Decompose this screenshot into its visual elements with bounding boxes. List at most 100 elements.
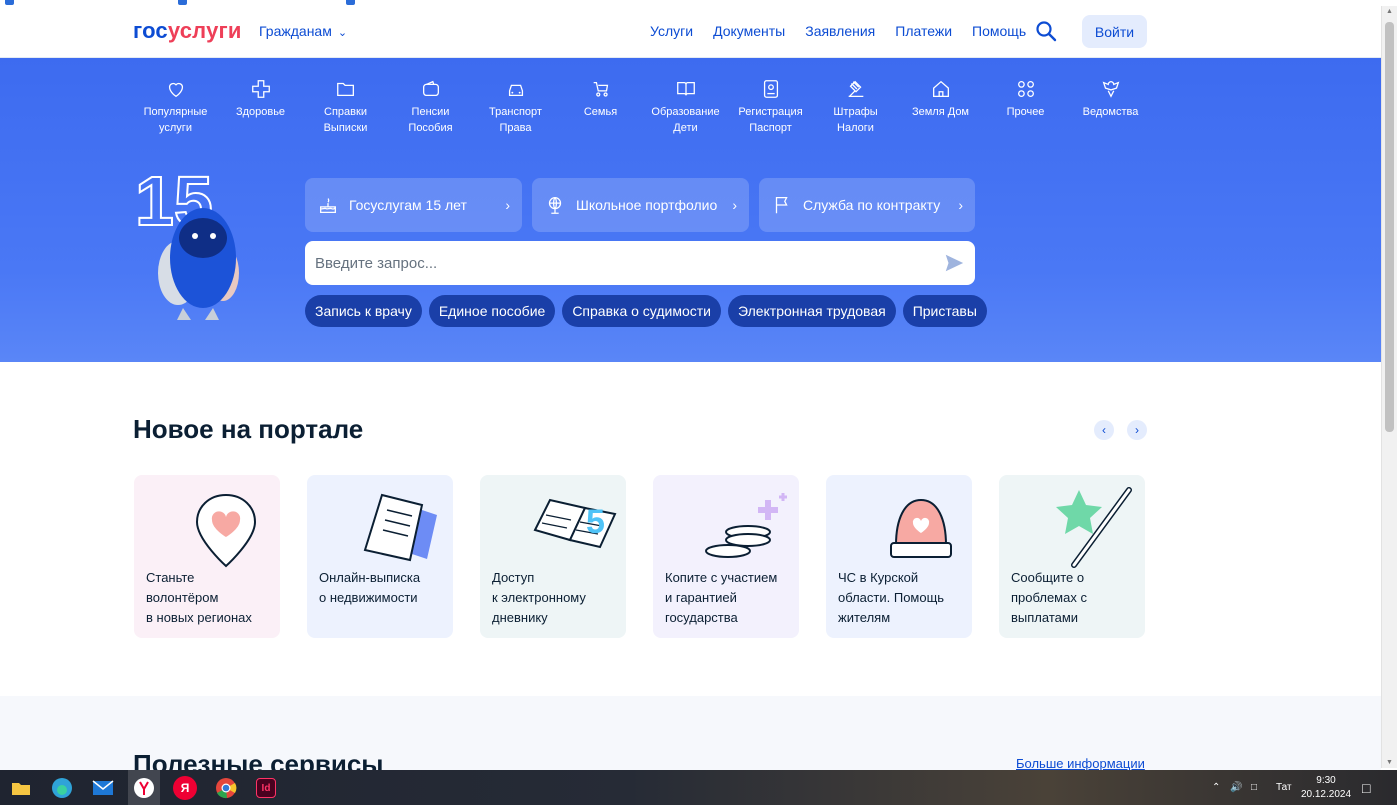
category-transport[interactable]: Транспорт Права xyxy=(473,78,558,136)
category-label: Семья xyxy=(583,106,618,118)
send-icon[interactable] xyxy=(943,252,965,274)
language-indicator[interactable]: Тат xyxy=(1276,770,1292,805)
gosuslugi-logo[interactable]: госуслуги xyxy=(133,18,242,44)
nav-link-services[interactable]: Услуги xyxy=(650,23,693,39)
tray-chevron-up-icon[interactable]: ⌃ xyxy=(1212,770,1220,805)
passport-icon xyxy=(763,80,778,98)
category-other[interactable]: Прочее xyxy=(983,78,1068,136)
nav-link-applications[interactable]: Заявления xyxy=(805,23,875,39)
audience-dropdown[interactable]: Гражданам ⌄ xyxy=(259,23,347,39)
chevron-right-icon: › xyxy=(1135,423,1139,437)
nav-link-documents[interactable]: Документы xyxy=(713,23,785,39)
category-popular[interactable]: Популярные услуги xyxy=(133,78,218,136)
category-label: Регистрация Паспорт xyxy=(738,106,803,134)
vertical-scrollbar[interactable]: ▲ ▼ xyxy=(1381,6,1397,768)
chevron-right-icon: › xyxy=(958,197,963,213)
chip-bailiffs[interactable]: Приставы xyxy=(902,295,987,327)
browser-page: госуслуги Гражданам ⌄ Услуги Документы За… xyxy=(0,0,1397,805)
category-label: Пенсии Пособия xyxy=(408,106,453,134)
news-card-text: Сообщите о проблемах с выплатами xyxy=(1011,570,1087,625)
news-card-text: ЧС в Курской области. Помощь жителям xyxy=(838,570,945,625)
folder-icon xyxy=(336,82,354,97)
stroller-icon xyxy=(593,81,608,97)
scroll-up-arrow-icon[interactable]: ▲ xyxy=(1386,8,1393,15)
clock-date: 20.12.2024 xyxy=(1300,789,1352,800)
speaker-icon[interactable]: 🔊 xyxy=(1230,770,1242,805)
scrollbar-thumb[interactable] xyxy=(1385,22,1394,432)
category-registration[interactable]: Регистрация Паспорт xyxy=(728,78,813,136)
mail-icon[interactable] xyxy=(91,776,115,800)
logo-part: услуги xyxy=(167,18,242,43)
bookmark-icon[interactable] xyxy=(5,0,14,5)
news-card-kursk-emergency[interactable]: ЧС в Курской области. Помощь жителям xyxy=(826,475,972,638)
mascot-robot-image: 15 xyxy=(134,163,239,320)
news-card-payment-problems[interactable]: Сообщите о проблемах с выплатами xyxy=(999,475,1145,638)
yandex-icon[interactable]: Я xyxy=(173,776,197,800)
logo-part: гос xyxy=(133,18,168,43)
file-explorer-icon[interactable] xyxy=(9,776,33,800)
news-card-text: Доступ к электронному дневнику xyxy=(492,570,586,625)
heart-icon xyxy=(168,82,183,98)
news-card-savings[interactable]: Копите с участием и гарантией государств… xyxy=(653,475,799,638)
edge-browser-icon[interactable] xyxy=(50,776,74,800)
cake-icon xyxy=(320,198,336,213)
notifications-icon[interactable]: □ xyxy=(1362,770,1370,805)
clock-time: 9:30 xyxy=(1316,775,1336,786)
more-info-link[interactable]: Больше информации xyxy=(1016,756,1145,770)
indesign-icon[interactable]: Id xyxy=(256,778,276,798)
windows-taskbar: Я Id ⌃ 🔊 □ Тат 9:30 20.12.2024 □ xyxy=(0,770,1397,805)
search-input[interactable] xyxy=(315,241,935,285)
category-agencies[interactable]: Ведомства xyxy=(1068,78,1153,136)
carousel-prev-button[interactable]: ‹ xyxy=(1094,420,1114,440)
promo-gosuslugi-15[interactable]: Госуслугам 15 лет › xyxy=(305,178,522,232)
map-pin-heart-icon xyxy=(195,493,257,568)
yandex-letter: Я xyxy=(180,781,190,795)
yandex-browser-icon[interactable] xyxy=(128,770,160,805)
nav-link-help[interactable]: Помощь xyxy=(972,23,1026,39)
category-pensions[interactable]: Пенсии Пособия xyxy=(388,78,473,136)
category-certificates[interactable]: Справки Выписки xyxy=(303,78,388,136)
quick-chips: Запись к врачу Единое пособие Справка о … xyxy=(305,295,987,327)
chip-criminal-record[interactable]: Справка о судимости xyxy=(562,295,721,327)
chip-doctor-appointment[interactable]: Запись к врачу xyxy=(305,295,422,327)
category-education[interactable]: Образование Дети xyxy=(643,78,728,136)
category-land[interactable]: Земля Дом xyxy=(898,78,983,136)
promo-contract-service[interactable]: Служба по контракту › xyxy=(759,178,975,232)
promo-school-portfolio[interactable]: Школьное портфолио › xyxy=(532,178,749,232)
chip-electronic-workbook[interactable]: Электронная трудовая xyxy=(727,295,896,327)
cross-icon xyxy=(251,80,270,98)
login-button[interactable]: Войти xyxy=(1082,15,1147,48)
category-fines[interactable]: Штрафы Налоги xyxy=(813,78,898,136)
chevron-right-icon: › xyxy=(505,197,510,213)
document-icon xyxy=(363,493,437,562)
nav-link-payments[interactable]: Платежи xyxy=(895,23,952,39)
category-label: Ведомства xyxy=(1082,106,1139,118)
grid-icon xyxy=(1017,81,1034,97)
chip-unified-allowance[interactable]: Единое пособие xyxy=(428,295,556,327)
news-card-e-diary[interactable]: 5 Доступ к электронному дневнику xyxy=(480,475,626,638)
taskbar-clock[interactable]: 9:30 20.12.2024 xyxy=(1300,774,1352,802)
network-icon[interactable]: □ xyxy=(1251,770,1257,805)
chrome-icon[interactable] xyxy=(214,776,238,800)
bookmark-icon[interactable] xyxy=(178,0,187,5)
section-title-useful: Полезные сервисы xyxy=(133,749,384,770)
star-pen-icon xyxy=(1056,487,1132,568)
category-label: Земля Дом xyxy=(911,106,969,118)
category-label: Прочее xyxy=(1006,106,1045,118)
main-nav: Услуги Документы Заявления Платежи Помощ… xyxy=(650,23,1026,39)
house-icon xyxy=(932,80,949,97)
category-label: Образование Дети xyxy=(651,106,720,134)
news-card-property-extract[interactable]: Онлайн-выписка о недвижимости xyxy=(307,475,453,638)
bookmark-icon[interactable] xyxy=(346,0,355,5)
category-family[interactable]: Семья xyxy=(558,78,643,136)
search-icon[interactable] xyxy=(1034,19,1058,43)
news-card-volunteer[interactable]: Станьте волонтёром в новых регионах xyxy=(134,475,280,638)
scroll-down-arrow-icon[interactable]: ▼ xyxy=(1386,759,1393,766)
gavel-icon xyxy=(848,80,863,97)
carousel-next-button[interactable]: › xyxy=(1127,420,1147,440)
flag-icon xyxy=(775,197,788,214)
category-health[interactable]: Здоровье xyxy=(218,78,303,136)
category-label: Популярные услуги xyxy=(143,106,208,134)
top-navigation: госуслуги Гражданам ⌄ Услуги Документы За… xyxy=(0,6,1381,58)
book-icon xyxy=(676,81,695,96)
